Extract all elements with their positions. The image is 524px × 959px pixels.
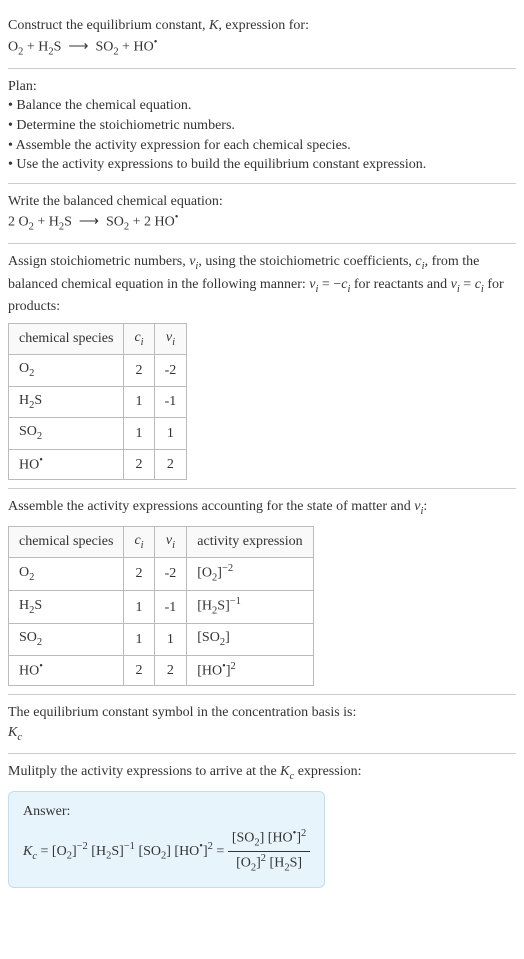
multiply-heading: Mulitply the activity expressions to arr… [8, 762, 516, 784]
table-cell: [SO2] [187, 624, 313, 655]
answer-label: Answer: [23, 802, 310, 822]
answer-box: Answer: Kc = [O2]−2 [H2S]−1 [SO2] [HO•]2… [8, 791, 325, 888]
table-header: chemical species [9, 526, 124, 557]
table-cell: 1 [154, 418, 187, 449]
k-symbol: K [209, 18, 218, 33]
table-cell: 2 [124, 355, 154, 386]
section-assign: Assign stoichiometric numbers, νi, using… [8, 244, 516, 489]
table-cell: 1 [124, 418, 154, 449]
answer-equation: Kc = [O2]−2 [H2S]−1 [SO2] [HO•]2 = [SO2]… [23, 827, 310, 876]
table-cell: O2 [9, 558, 124, 591]
table-header: ci [124, 526, 154, 557]
table-cell: [H2S]−1 [187, 591, 313, 624]
table-cell: 2 [124, 449, 154, 479]
table-cell: 1 [124, 386, 154, 417]
table-cell: [O2]−2 [187, 558, 313, 591]
table-row: O2 2 -2 [O2]−2 [9, 558, 314, 591]
table-cell: [HO•]2 [187, 655, 313, 685]
symbol-heading: The equilibrium constant symbol in the c… [8, 703, 516, 723]
plan-item: • Balance the chemical equation. [8, 96, 516, 116]
plan-heading: Plan: [8, 77, 516, 97]
table-cell: -1 [154, 591, 187, 624]
table-header: ci [124, 324, 154, 355]
section-construct: Construct the equilibrium constant, K, e… [8, 8, 516, 69]
section-multiply: Mulitply the activity expressions to arr… [8, 754, 516, 895]
table-header: chemical species [9, 324, 124, 355]
section-activity: Assemble the activity expressions accoun… [8, 489, 516, 695]
fraction-denominator: [O2]2 [H2S] [228, 852, 310, 876]
table-cell: 2 [124, 655, 154, 685]
activity-heading: Assemble the activity expressions accoun… [8, 497, 516, 519]
plan-item: • Assemble the activity expression for e… [8, 136, 516, 156]
fraction-numerator: [SO2] [HO•]2 [228, 827, 310, 852]
balanced-equation: 2 O2 + H2S ⟶ SO2 + 2 HO• [8, 211, 516, 235]
table-cell: 1 [124, 624, 154, 655]
construct-equation: O2 + H2S ⟶ SO2 + HO• [8, 36, 516, 60]
table-header: νi [154, 324, 187, 355]
table-cell: 2 [154, 655, 187, 685]
symbol-value: Kc [8, 723, 516, 745]
table-row: SO2 1 1 [9, 418, 187, 449]
table-row: O2 2 -2 [9, 355, 187, 386]
table-cell: 2 [154, 449, 187, 479]
table-row: HO• 2 2 [9, 449, 187, 479]
section-symbol: The equilibrium constant symbol in the c… [8, 695, 516, 754]
table-cell: 1 [124, 591, 154, 624]
construct-heading: Construct the equilibrium constant, K, e… [8, 16, 516, 36]
table-cell: -1 [154, 386, 187, 417]
balanced-heading: Write the balanced chemical equation: [8, 192, 516, 212]
assign-heading: Assign stoichiometric numbers, νi, using… [8, 252, 516, 317]
table-row: chemical species ci νi [9, 324, 187, 355]
table-row: H2S 1 -1 [9, 386, 187, 417]
assign-table: chemical species ci νi O2 2 -2 H2S 1 -1 … [8, 323, 187, 480]
table-cell: O2 [9, 355, 124, 386]
fraction: [SO2] [HO•]2 [O2]2 [H2S] [228, 827, 310, 876]
table-cell: 1 [154, 624, 187, 655]
plan-item: • Determine the stoichiometric numbers. [8, 116, 516, 136]
table-header: activity expression [187, 526, 313, 557]
table-cell: HO• [9, 449, 124, 479]
table-row: chemical species ci νi activity expressi… [9, 526, 314, 557]
table-cell: H2S [9, 386, 124, 417]
plan-item: • Use the activity expressions to build … [8, 155, 516, 175]
section-balanced: Write the balanced chemical equation: 2 … [8, 184, 516, 245]
table-cell: H2S [9, 591, 124, 624]
table-row: SO2 1 1 [SO2] [9, 624, 314, 655]
table-row: H2S 1 -1 [H2S]−1 [9, 591, 314, 624]
table-cell: SO2 [9, 624, 124, 655]
table-cell: HO• [9, 655, 124, 685]
activity-table: chemical species ci νi activity expressi… [8, 526, 314, 687]
table-cell: -2 [154, 558, 187, 591]
table-header: νi [154, 526, 187, 557]
table-row: HO• 2 2 [HO•]2 [9, 655, 314, 685]
table-cell: 2 [124, 558, 154, 591]
section-plan: Plan: • Balance the chemical equation. •… [8, 69, 516, 184]
table-cell: -2 [154, 355, 187, 386]
table-cell: SO2 [9, 418, 124, 449]
